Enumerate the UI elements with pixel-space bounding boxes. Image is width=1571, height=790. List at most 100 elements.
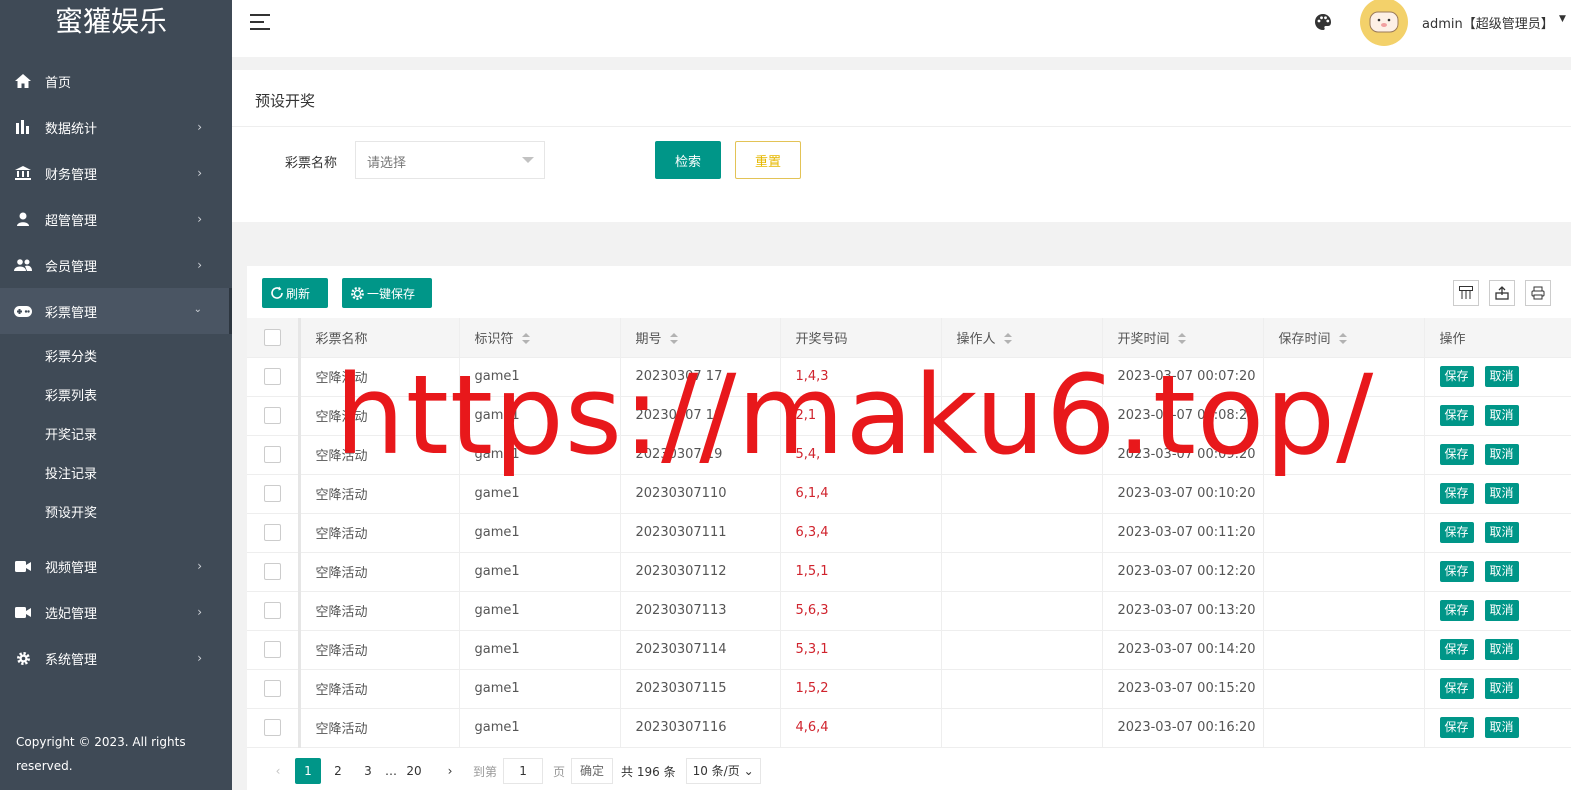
prev-page-icon[interactable]: ‹: [265, 758, 291, 784]
sidebar-item-concubine[interactable]: 选妃管理 ›: [0, 589, 232, 635]
select-placeholder: 请选择: [367, 156, 407, 171]
column-header[interactable]: 标识符: [459, 318, 621, 358]
video-icon: [14, 558, 32, 574]
row-save-button[interactable]: 保存: [1439, 444, 1474, 465]
row-save-button[interactable]: 保存: [1439, 639, 1474, 660]
avatar[interactable]: [1360, 0, 1408, 46]
sidebar-item-system[interactable]: 系统管理 ›: [0, 635, 232, 681]
row-cancel-button[interactable]: 取消: [1484, 678, 1519, 699]
row-save-button[interactable]: 保存: [1439, 678, 1474, 699]
row-cancel-button[interactable]: 取消: [1484, 561, 1519, 582]
chevron-right-icon: ›: [197, 212, 202, 226]
sidebar-item-label: 选妃管理: [45, 606, 98, 622]
row-save-button[interactable]: 保存: [1439, 405, 1474, 426]
select-all-checkbox[interactable]: [247, 318, 301, 358]
chevron-down-icon: ⌄: [193, 304, 202, 315]
page-ellipsis: …: [385, 764, 397, 778]
home-icon: [14, 73, 32, 89]
brand-logo[interactable]: 蜜獾娱乐: [0, 0, 232, 44]
submenu-item-bet-records[interactable]: 投注记录: [0, 455, 232, 494]
per-page-select[interactable]: 10 条/页 ⌄: [685, 758, 761, 784]
row-checkbox[interactable]: [247, 435, 301, 475]
submenu-item-preset-draw[interactable]: 预设开奖: [0, 494, 232, 533]
row-save-button[interactable]: 保存: [1439, 483, 1474, 504]
user-name[interactable]: admin【超级管理员】: [1422, 13, 1554, 32]
lottery-name-select[interactable]: 请选择: [355, 141, 545, 179]
sidebar-item-super-admin[interactable]: 超管管理 ›: [0, 196, 232, 242]
sidebar-item-home[interactable]: 首页: [0, 58, 232, 104]
row-checkbox[interactable]: [247, 357, 301, 397]
bank-icon: [14, 165, 32, 181]
row-cancel-button[interactable]: 取消: [1484, 366, 1519, 387]
sort-icon[interactable]: [669, 333, 678, 345]
refresh-button[interactable]: 刷新: [262, 278, 328, 308]
menu-toggle-icon[interactable]: [250, 14, 270, 30]
page-link[interactable]: 3: [355, 758, 381, 784]
sort-icon[interactable]: [1177, 333, 1186, 345]
row-cancel-button[interactable]: 取消: [1484, 483, 1519, 504]
goto-confirm-button[interactable]: 确定: [571, 758, 614, 784]
goto-page-input[interactable]: 1: [503, 758, 544, 784]
copyright-line: reserved.: [16, 759, 73, 773]
row-cancel-button[interactable]: 取消: [1484, 639, 1519, 660]
table-row: 空降活动 game1 20230307 17 1,4,3 2023-03-07 00:0…: [247, 357, 1571, 397]
row-checkbox[interactable]: [247, 474, 301, 514]
row-checkbox[interactable]: [247, 669, 301, 709]
submenu-item-lottery-list[interactable]: 彩票列表: [0, 377, 232, 416]
row-save-button[interactable]: 保存: [1439, 600, 1474, 621]
columns-icon[interactable]: [1453, 280, 1479, 306]
gamepad-icon: [14, 303, 32, 319]
row-checkbox[interactable]: [247, 552, 301, 592]
column-header[interactable]: 操作人: [941, 318, 1103, 358]
row-checkbox[interactable]: [247, 396, 301, 436]
row-checkbox[interactable]: [247, 630, 301, 670]
row-save-button[interactable]: 保存: [1439, 366, 1474, 387]
row-checkbox[interactable]: [247, 591, 301, 631]
row-checkbox[interactable]: [247, 708, 301, 748]
column-header: 彩票名称: [299, 318, 460, 358]
next-page-icon[interactable]: ›: [437, 758, 463, 784]
chevron-right-icon: ›: [197, 605, 202, 619]
row-cancel-button[interactable]: 取消: [1484, 600, 1519, 621]
cell-save-time: [1263, 552, 1425, 592]
column-header[interactable]: 保存时间: [1263, 318, 1425, 358]
column-header[interactable]: 期号: [620, 318, 781, 358]
page-link[interactable]: 2: [325, 758, 351, 784]
column-header[interactable]: 开奖时间: [1102, 318, 1264, 358]
sidebar-item-video[interactable]: 视频管理 ›: [0, 543, 232, 589]
sidebar-nav: 首页 数据统计 › 财务管理 › 超管管理 › 会员管理 › 彩票管理 ⌄ 彩票…: [0, 58, 232, 681]
row-save-button[interactable]: 保存: [1439, 717, 1474, 738]
submenu-item-lottery-category[interactable]: 彩票分类: [0, 338, 232, 377]
row-save-button[interactable]: 保存: [1439, 522, 1474, 543]
cell-lottery-name: 空降活动: [299, 474, 460, 514]
sidebar-item-members[interactable]: 会员管理 ›: [0, 242, 232, 288]
sort-icon[interactable]: [1003, 333, 1012, 345]
page-link[interactable]: 1: [295, 758, 321, 784]
print-icon[interactable]: [1525, 280, 1551, 306]
sidebar-item-lottery[interactable]: 彩票管理 ⌄: [0, 288, 232, 334]
save-all-button[interactable]: 一键保存: [342, 278, 432, 308]
page-title: 预设开奖: [255, 92, 316, 110]
cell-draw-time: 2023-03-07 00:09:20: [1102, 435, 1264, 475]
row-cancel-button[interactable]: 取消: [1484, 717, 1519, 738]
sort-icon[interactable]: [1338, 333, 1347, 345]
cell-draw-numbers: 1,5,2: [780, 669, 942, 709]
row-save-button[interactable]: 保存: [1439, 561, 1474, 582]
row-checkbox[interactable]: [247, 513, 301, 553]
reset-button[interactable]: 重置: [735, 141, 801, 179]
caret-down-icon[interactable]: ▼: [1559, 14, 1566, 24]
sort-icon[interactable]: [521, 333, 530, 345]
row-cancel-button[interactable]: 取消: [1484, 405, 1519, 426]
submenu-item-draw-records[interactable]: 开奖记录: [0, 416, 232, 455]
row-cancel-button[interactable]: 取消: [1484, 522, 1519, 543]
search-button[interactable]: 检索: [655, 141, 721, 179]
cell-period: 20230307116: [620, 708, 781, 748]
cell-draw-time: 2023-03-07 00:07:20: [1102, 357, 1264, 397]
cell-lottery-name: 空降活动: [299, 552, 460, 592]
row-cancel-button[interactable]: 取消: [1484, 444, 1519, 465]
export-icon[interactable]: [1489, 280, 1515, 306]
page-link[interactable]: 20: [401, 758, 427, 784]
palette-icon[interactable]: [1314, 13, 1332, 31]
sidebar-item-statistics[interactable]: 数据统计 ›: [0, 104, 232, 150]
sidebar-item-finance[interactable]: 财务管理 ›: [0, 150, 232, 196]
